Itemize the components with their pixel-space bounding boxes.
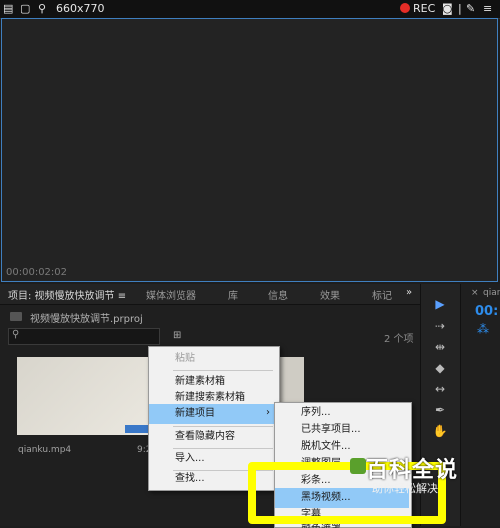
menu-item-new-item[interactable]: 新建项目 [149,404,277,424]
clip-name: qianku.mp4 [18,445,72,455]
project-search-input[interactable]: ⚲ [8,328,160,345]
playhead-timecode: 00:00:02:02 [6,267,68,278]
snap-icon[interactable]: ⁂ [477,322,489,336]
close-icon[interactable]: × [471,288,479,298]
tab-library[interactable]: 库 [228,287,238,302]
camera-icon[interactable]: ◙ [442,2,453,15]
tab-info[interactable]: 信息 [268,287,288,302]
hand-icon[interactable]: ✋ [431,423,449,439]
panel-tab-strip: 项目: 视频慢放快放调节 ≡ 媒体浏览器 库 信息 效果 标记 » [0,284,420,305]
menu-icon[interactable]: ≡ [483,2,492,15]
panel-overflow-icon[interactable]: » [406,287,412,298]
item-count: 2 个项 [384,334,414,345]
window-icon[interactable]: ▢ [20,2,30,15]
folder-icon [10,312,22,321]
grid-icon[interactable]: ▤ [3,2,13,15]
slip-icon[interactable]: ↔ [431,381,449,397]
separator-icon: | [458,2,462,15]
timeline-timecode: 00: [475,304,499,319]
tab-project[interactable]: 项目: 视频慢放快放调节 ≡ [8,287,126,302]
watermark-subtitle: 助你轻松解决 [372,482,438,495]
record-dot-icon[interactable] [400,3,410,13]
selection-tool-icon[interactable]: ▶ [431,296,449,312]
menu-item-paste[interactable]: 粘贴 [149,349,277,369]
watermark-logo-icon [350,458,366,474]
timeline-tab[interactable]: qian [483,288,500,298]
search-icon[interactable]: ⚲ [38,2,46,15]
tab-markers[interactable]: 标记 [372,287,392,302]
tab-effects[interactable]: 效果 [320,287,340,302]
razor-icon[interactable]: ◆ [431,360,449,376]
pen-icon[interactable]: ✒ [431,402,449,418]
project-path: 视频慢放快放调节.prproj [30,314,143,325]
tab-media-browser[interactable]: 媒体浏览器 [146,287,196,302]
timeline-panel: × qian 00: ⁂ [460,284,500,526]
menu-divider [173,370,273,371]
submenu-arrow-icon: › [266,407,270,418]
rec-label[interactable]: REC [413,2,435,15]
ripple-edit-icon[interactable]: ⇹ [431,339,449,355]
search-icon: ⚲ [12,329,20,340]
clip-thumbnail[interactable] [17,357,155,435]
capture-size-label: 660x770 [56,2,105,15]
new-bin-icon[interactable]: ⊞ [173,330,181,341]
menu-item-view-hidden[interactable]: 查看隐藏内容 [149,427,277,447]
track-select-icon[interactable]: ⇢ [431,318,449,334]
pencil-icon[interactable]: ✎ [466,2,475,15]
recorder-toolbar: ▤ ▢ ⚲ 660x770 REC ◙ | ✎ ≡ [0,0,500,19]
program-monitor [1,18,498,282]
